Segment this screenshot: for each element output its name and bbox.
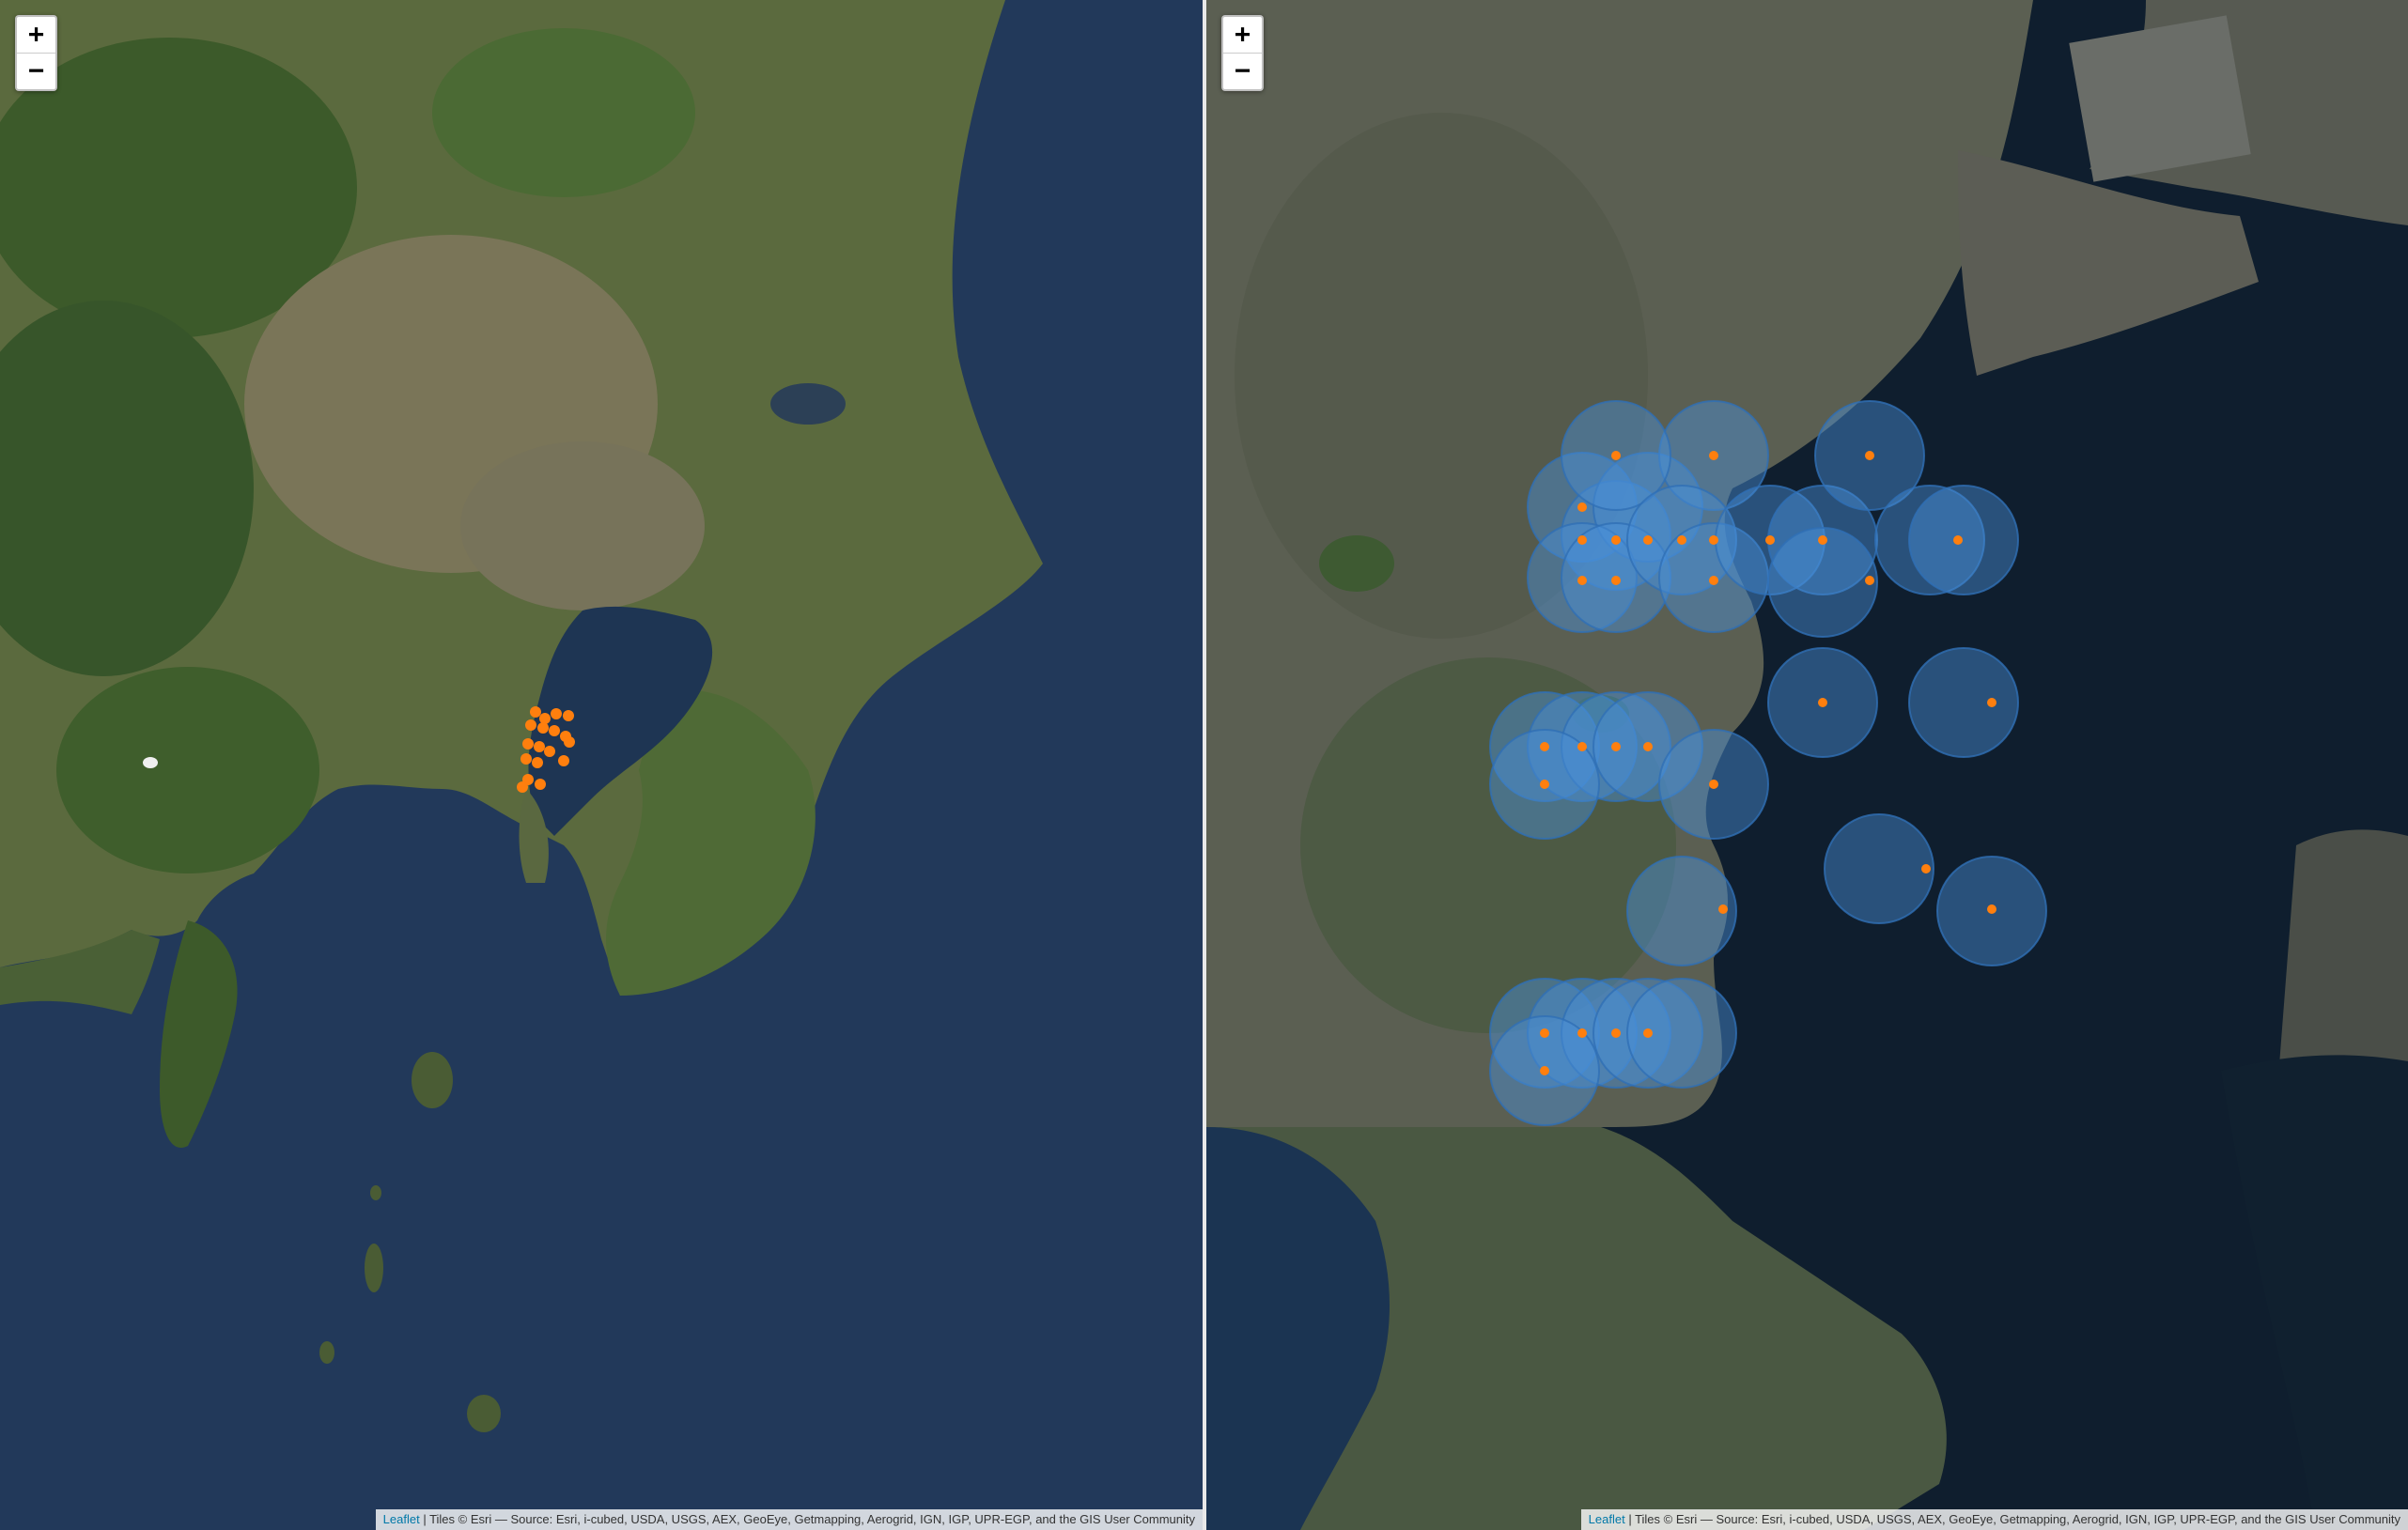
marker-dot xyxy=(1987,904,1996,914)
overview-zoom-out-button[interactable]: − xyxy=(17,53,55,89)
marker-dot xyxy=(1987,698,1996,707)
marker-dot xyxy=(1818,698,1827,707)
marker-dot xyxy=(537,722,549,734)
marker-dot xyxy=(564,736,575,748)
marker-dot xyxy=(1611,576,1621,585)
marker-dot xyxy=(1718,904,1728,914)
marker-dot xyxy=(1540,1028,1549,1038)
marker-dot xyxy=(1709,780,1718,789)
detail-zoom-control: + − xyxy=(1221,15,1264,91)
marker-dot xyxy=(1818,535,1827,545)
detail-attribution: Leaflet | Tiles © Esri — Source: Esri, i… xyxy=(1580,1509,2408,1530)
marker-dot xyxy=(1709,535,1718,545)
marker-dot xyxy=(525,719,536,731)
marker-dot xyxy=(1643,742,1653,751)
marker-dot xyxy=(1643,1028,1653,1038)
marker-dot xyxy=(1865,576,1874,585)
marker-dot xyxy=(539,713,551,724)
marker-dot xyxy=(522,738,534,750)
marker-dot xyxy=(1921,864,1931,873)
marker-dot xyxy=(1611,742,1621,751)
overview-zoom-in-button[interactable]: + xyxy=(17,17,55,53)
marker-dot xyxy=(1643,535,1653,545)
leaflet-link[interactable]: Leaflet xyxy=(1589,1512,1625,1526)
marker-dot xyxy=(1865,451,1874,460)
marker-dot xyxy=(1540,1066,1549,1075)
marker-dot xyxy=(532,757,543,768)
marker-dot xyxy=(1577,1028,1587,1038)
marker-dot xyxy=(1611,1028,1621,1038)
marker-dot xyxy=(517,781,528,793)
marker-dot xyxy=(1953,535,1963,545)
oshima-island xyxy=(412,1052,453,1108)
marker-dot xyxy=(535,779,546,790)
marker-dot xyxy=(563,710,574,721)
overview-attribution: Leaflet | Tiles © Esri — Source: Esri, i… xyxy=(375,1509,1203,1530)
marker-dot xyxy=(1577,742,1587,751)
marker-dot xyxy=(1577,576,1587,585)
marker-dot xyxy=(544,746,555,757)
buffer-circle xyxy=(1824,813,1934,924)
buffer-circle xyxy=(1908,647,2019,758)
detail-map-satellite-tiles[interactable] xyxy=(1206,0,2408,1530)
marker-dot xyxy=(1677,535,1686,545)
marker-dot xyxy=(1765,535,1775,545)
marker-dot xyxy=(549,725,560,736)
marker-dot xyxy=(534,741,545,752)
marker-dot xyxy=(1709,451,1718,460)
leaflet-link[interactable]: Leaflet xyxy=(383,1512,420,1526)
detail-zoom-in-button[interactable]: + xyxy=(1223,17,1262,53)
marker-dot xyxy=(1611,451,1621,460)
buffer-circle xyxy=(1908,485,2019,595)
marker-dot xyxy=(551,708,562,719)
detail-zoom-out-button[interactable]: − xyxy=(1223,53,1262,89)
overview-map[interactable]: + − Leaflet | Tiles © Esri — Source: Esr… xyxy=(0,0,1203,1530)
detail-map[interactable]: + − Leaflet | Tiles © Esri — Source: Esr… xyxy=(1206,0,2408,1530)
marker-dot xyxy=(558,755,569,766)
marker-dot xyxy=(1611,535,1621,545)
marker-dot xyxy=(1540,780,1549,789)
marker-dot xyxy=(1577,535,1587,545)
marker-dot xyxy=(1577,502,1587,512)
overview-zoom-control: + − xyxy=(15,15,57,91)
overview-map-satellite-tiles[interactable] xyxy=(0,0,1203,1530)
marker-dot xyxy=(1709,576,1718,585)
attribution-text: | Tiles © Esri — Source: Esri, i-cubed, … xyxy=(419,1512,1195,1526)
marker-dot xyxy=(1540,742,1549,751)
attribution-text: | Tiles © Esri — Source: Esri, i-cubed, … xyxy=(1624,1512,2400,1526)
haneda-airport xyxy=(2069,15,2251,182)
marker-dot xyxy=(530,706,541,718)
marker-dot xyxy=(520,753,532,765)
